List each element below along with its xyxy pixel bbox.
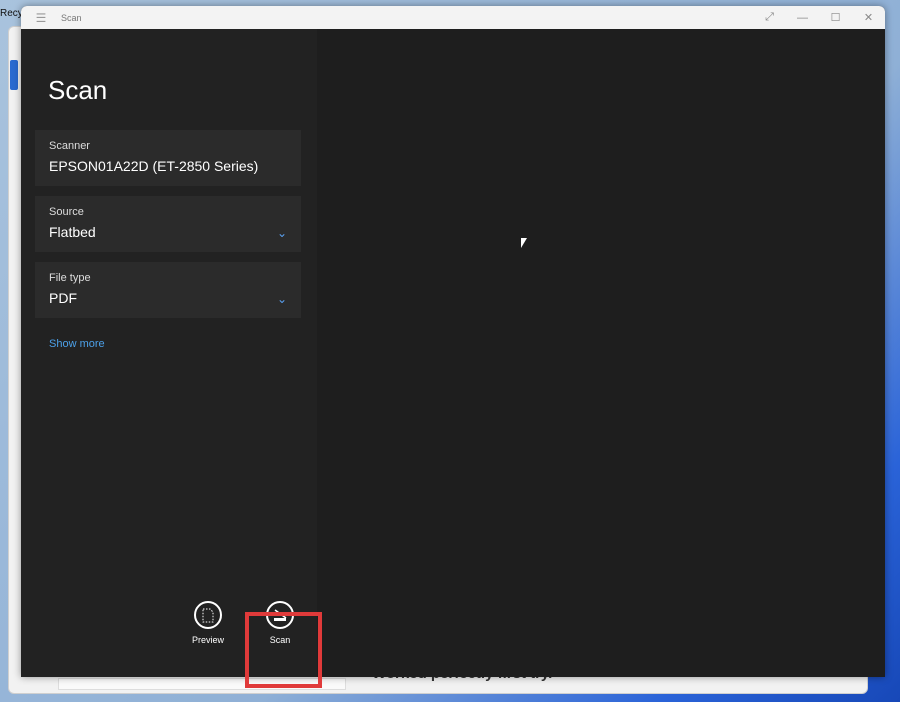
recycle-bin-label: Recy [0, 8, 23, 19]
settings-panel: Scan Scanner EPSON01A22D (ET-2850 Series… [21, 29, 317, 677]
source-label: Source [49, 206, 84, 218]
file-type-label: File type [49, 272, 91, 284]
minimize-button[interactable]: — [786, 12, 819, 24]
menu-icon[interactable]: ☰ [21, 11, 61, 25]
scan-app-window: ☰ Scan ⤢ — ☐ ✕ Scan Scanner EPSON01A22D … [21, 6, 885, 677]
file-type-dropdown[interactable]: File type PDF ⌄ [35, 262, 301, 318]
highlight-box [245, 612, 322, 688]
source-dropdown[interactable]: Source Flatbed ⌄ [35, 196, 301, 252]
close-button[interactable]: ✕ [852, 11, 885, 24]
chevron-down-icon: ⌄ [276, 292, 287, 306]
expand-icon[interactable]: ⤢ [753, 11, 786, 24]
source-value: Flatbed [49, 224, 96, 240]
page-title: Scan [48, 75, 108, 105]
maximize-button[interactable]: ☐ [819, 11, 852, 24]
background-nav-indicator [10, 60, 18, 90]
scanner-field[interactable]: Scanner EPSON01A22D (ET-2850 Series) [35, 130, 301, 186]
preview-label: Preview [191, 635, 224, 645]
scanner-label: Scanner [49, 140, 90, 152]
chevron-down-icon: ⌄ [276, 226, 287, 240]
show-more-link[interactable]: Show more [49, 338, 105, 350]
mouse-cursor-icon [521, 238, 527, 248]
preview-button[interactable]: Preview [183, 601, 233, 645]
file-type-value: PDF [49, 290, 77, 306]
title-bar: ☰ Scan ⤢ — ☐ ✕ [21, 6, 885, 29]
window-title: Scan [61, 12, 82, 23]
preview-icon [194, 601, 222, 629]
scanner-value: EPSON01A22D (ET-2850 Series) [49, 158, 259, 174]
